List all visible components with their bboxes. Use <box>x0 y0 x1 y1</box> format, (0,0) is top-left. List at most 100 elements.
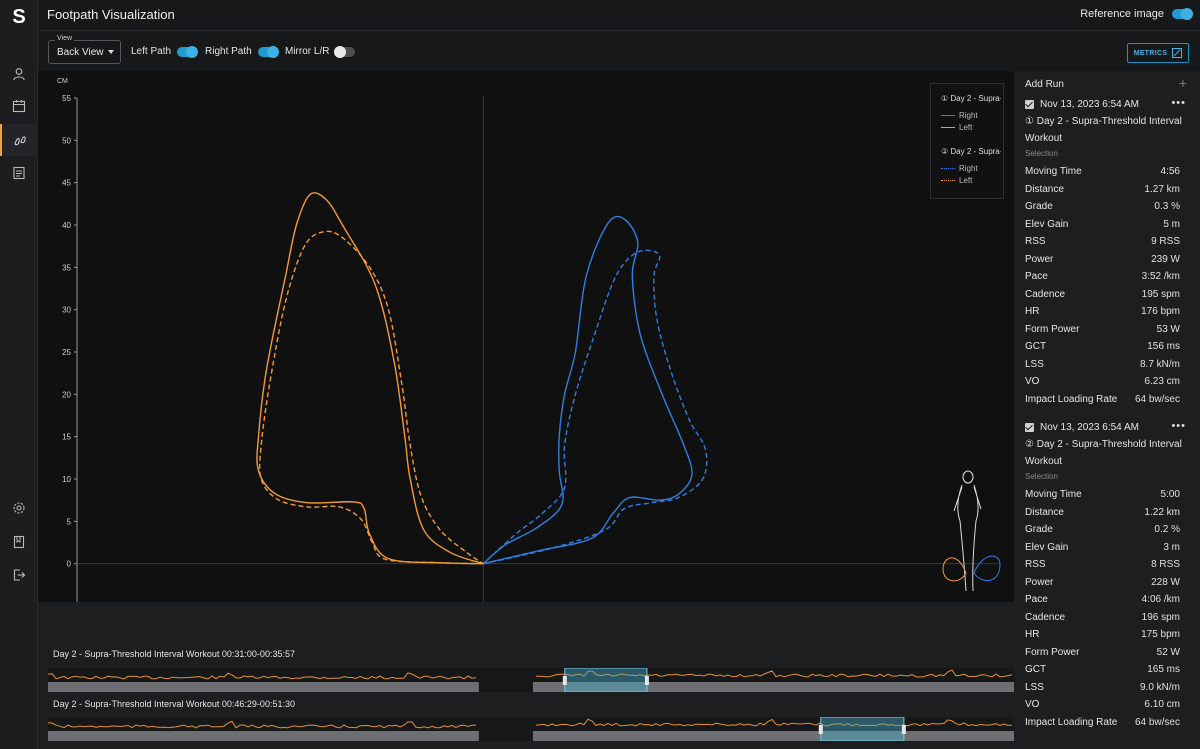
legend-group-2-title: ② Day 2 - Supra-Threshold Interval Worko… <box>941 147 1001 156</box>
run-header: Nov 13, 2023 6:54 AM <box>1025 422 1139 433</box>
report-icon <box>13 166 25 180</box>
metric-row: Grade 0.2 % <box>1025 524 1180 535</box>
y-tick-label: 5 <box>67 517 72 526</box>
metric-label: Elev Gain <box>1025 218 1069 230</box>
metric-label: Pace <box>1025 594 1048 605</box>
metric-label: Pace <box>1025 271 1048 282</box>
y-tick-label: 15 <box>62 433 71 442</box>
metric-label: Moving Time <box>1025 489 1082 500</box>
timeline-handle-start[interactable] <box>562 676 567 685</box>
metric-row: Distance 1.27 km <box>1025 184 1180 195</box>
legend-item-run1-right: Right <box>941 111 978 120</box>
top-bar: Footpath Visualization Reference image <box>38 0 1200 31</box>
metric-label: VO <box>1025 699 1040 710</box>
metric-value: 64 bw/sec <box>1134 716 1180 728</box>
left-path-toggle[interactable] <box>177 45 199 58</box>
metric-label: Form Power <box>1025 323 1080 335</box>
metric-label: GCT <box>1025 664 1047 675</box>
timeline-grey-band <box>532 731 1014 741</box>
run-checkbox[interactable] <box>1025 423 1034 432</box>
metric-value: 5:00 <box>1160 489 1180 500</box>
nav-rail: S <box>0 0 38 749</box>
metric-value: 52 W <box>1156 646 1180 658</box>
metric-label: GCT <box>1025 341 1047 352</box>
run-checkbox[interactable] <box>1025 100 1034 109</box>
footpath-plot: -50510152025303540455055-15-10-5051015CM… <box>57 78 1001 602</box>
right-path-label: Right Path <box>205 46 252 57</box>
y-axis-label: CM <box>57 78 68 85</box>
report-nav-button[interactable] <box>0 157 38 189</box>
legend-item-run1-left: Left <box>941 123 972 132</box>
timeline-grey-band <box>48 731 479 741</box>
metric-label: RSS <box>1025 559 1046 570</box>
more-options-icon[interactable]: ••• <box>1171 97 1186 109</box>
reference-image-toggle[interactable] <box>1172 8 1193 20</box>
right-path-toggle[interactable] <box>257 45 279 58</box>
runs-panel: Add Run + Nov 13, 2023 6:54 AM ••• ① Day… <box>1014 71 1200 749</box>
timeline-1-strip[interactable] <box>48 668 1014 692</box>
app-logo[interactable]: S <box>0 6 38 30</box>
metric-value: 0.2 % <box>1154 524 1180 535</box>
metric-value: 196 spm <box>1141 611 1180 623</box>
right-path-control: Right Path <box>205 45 279 58</box>
metrics-button[interactable]: METRICS <box>1127 43 1189 63</box>
metric-row: RSS 8 RSS <box>1025 559 1180 570</box>
y-tick-label: 20 <box>62 390 71 399</box>
view-select[interactable]: View Back View <box>48 35 121 64</box>
y-tick-label: 50 <box>62 136 71 145</box>
settings-icon <box>13 502 25 514</box>
metric-row: Elev Gain 3 m <box>1025 542 1180 553</box>
reference-image-label: Reference image <box>1080 8 1164 20</box>
timeline-2-strip[interactable] <box>48 717 1014 741</box>
reference-runner-figure <box>942 470 1001 592</box>
metric-row: VO 6.10 cm <box>1025 699 1180 710</box>
run-date: Nov 13, 2023 6:54 AM <box>1040 422 1139 433</box>
more-options-icon[interactable]: ••• <box>1171 420 1186 432</box>
timeline-handle-end[interactable] <box>644 676 649 685</box>
metric-row: Pace 3:52 /km <box>1025 271 1180 282</box>
metric-value: 6.10 cm <box>1144 699 1180 710</box>
calendar-nav-button[interactable] <box>0 90 38 122</box>
left-path-label: Left Path <box>131 46 172 57</box>
metric-label: HR <box>1025 306 1040 317</box>
mirror-toggle[interactable] <box>334 45 356 58</box>
selection-label: Selection <box>1025 472 1058 481</box>
metric-label: Distance <box>1025 506 1064 518</box>
metric-label: LSS <box>1025 681 1044 693</box>
metric-label: Form Power <box>1025 646 1080 658</box>
metric-row: Moving Time 4:56 <box>1025 166 1180 177</box>
metric-value: 4:06 /km <box>1141 594 1180 605</box>
metric-label: Power <box>1025 576 1054 588</box>
timeline-selection[interactable] <box>564 668 648 692</box>
metric-label: VO <box>1025 376 1040 387</box>
timeline-2-label: Day 2 - Supra-Threshold Interval Workout… <box>53 699 295 709</box>
calendar-icon <box>12 100 26 113</box>
add-run-plus-icon[interactable]: + <box>1179 75 1187 91</box>
y-tick-label: 10 <box>62 475 71 484</box>
add-run-label[interactable]: Add Run <box>1025 79 1064 90</box>
logout-nav-button[interactable] <box>0 559 38 591</box>
metric-label: Power <box>1025 253 1054 265</box>
timeline-handle-start[interactable] <box>818 725 823 734</box>
timeline-handle-end[interactable] <box>901 725 906 734</box>
metric-value: 53 W <box>1156 323 1180 335</box>
metric-row: Form Power 53 W <box>1025 324 1180 335</box>
metric-value: 8.7 kN/m <box>1139 358 1180 370</box>
legend-label: Right <box>959 164 978 173</box>
y-tick-label: 25 <box>62 348 71 357</box>
metric-value: 228 W <box>1151 576 1180 588</box>
metric-label: LSS <box>1025 358 1044 370</box>
footpath-run1-left <box>256 192 484 565</box>
metric-row: Form Power 52 W <box>1025 647 1180 658</box>
book-nav-button[interactable] <box>0 526 38 558</box>
settings-nav-button[interactable] <box>0 492 38 524</box>
footpath-nav-button[interactable] <box>0 124 38 156</box>
timeline-selection[interactable] <box>820 717 905 741</box>
y-tick-label: 30 <box>62 306 71 315</box>
metric-value: 165 ms <box>1147 664 1180 675</box>
metric-value: 239 W <box>1151 253 1180 265</box>
profile-nav-button[interactable] <box>0 58 38 90</box>
view-select-value: Back View <box>57 47 104 58</box>
metric-row: Cadence 195 spm <box>1025 289 1180 300</box>
app: S Footpath Visualization Reference image <box>0 0 1200 749</box>
